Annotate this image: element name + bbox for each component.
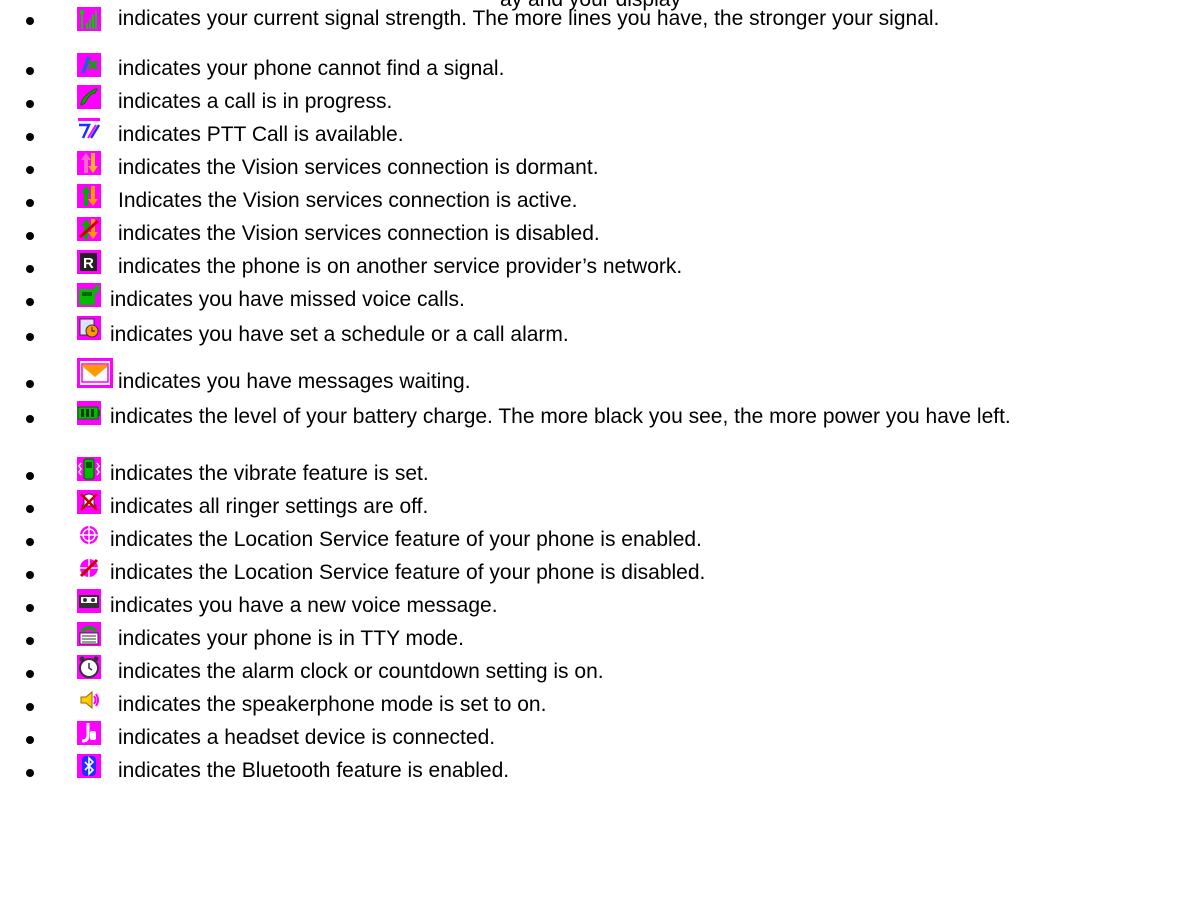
bullet xyxy=(26,415,34,423)
item-text: indicates the Location Service feature o… xyxy=(110,561,706,584)
item-text: indicates the alarm clock or countdown s… xyxy=(118,660,604,683)
item-text: Indicates the Vision services connection… xyxy=(118,189,578,212)
bullet xyxy=(26,604,34,612)
list-item: R indicates the phone is on another serv… xyxy=(0,250,1195,286)
bullet xyxy=(26,333,34,341)
call-in-progress-icon xyxy=(77,85,101,109)
bullet xyxy=(26,571,34,579)
headset-icon xyxy=(77,721,101,745)
list-item: indicates the Vision services connection… xyxy=(0,151,1195,187)
list-item: indicates you have missed voice calls. xyxy=(0,283,1195,319)
item-text: indicates the Bluetooth feature is enabl… xyxy=(118,759,510,782)
list-item: indicates you have a new voice message. xyxy=(0,589,1195,625)
bullet xyxy=(26,17,34,25)
vision-dormant-icon xyxy=(77,151,101,175)
bullet xyxy=(26,637,34,645)
bullet xyxy=(26,67,34,75)
list-item: Indicates the Vision services connection… xyxy=(0,184,1195,220)
no-signal-icon xyxy=(77,53,101,77)
bullet xyxy=(26,265,34,273)
item-text: indicates PTT Call is available. xyxy=(118,123,404,146)
item-text: indicates you have a new voice message. xyxy=(110,594,498,617)
bullet xyxy=(26,505,34,513)
list-item: indicates the alarm clock or countdown s… xyxy=(0,655,1195,691)
list-item: indicates the speakerphone mode is set t… xyxy=(0,688,1195,724)
item-text: indicates the Vision services connection… xyxy=(118,222,600,245)
bullet xyxy=(26,199,34,207)
bullet xyxy=(26,232,34,240)
location-on-icon xyxy=(77,523,101,547)
speakerphone-icon xyxy=(77,688,101,712)
list-item: indicates your current signal strength. … xyxy=(0,6,1195,62)
list-item: indicates the vibrate feature is set. xyxy=(0,457,1195,493)
item-text: indicates your current signal strength. … xyxy=(118,7,940,30)
item-text: indicates the Location Service feature o… xyxy=(110,528,702,551)
list-item: indicates all ringer settings are off. xyxy=(0,490,1195,526)
bullet xyxy=(26,670,34,678)
ptt-call-icon xyxy=(77,118,101,142)
item-text: indicates a headset device is connected. xyxy=(118,726,496,749)
item-text: indicates you have messages waiting. xyxy=(118,370,471,393)
location-off-icon xyxy=(77,556,101,580)
item-text: indicates the speakerphone mode is set t… xyxy=(118,693,547,716)
bullet xyxy=(26,380,34,388)
list-item: indicates a call is in progress. xyxy=(0,85,1195,121)
alarm-clock-icon xyxy=(77,655,101,679)
list-item: indicates the Vision services connection… xyxy=(0,217,1195,253)
roaming-icon: R xyxy=(77,250,101,274)
svg-text:R: R xyxy=(83,255,94,272)
bluetooth-icon xyxy=(77,754,101,778)
item-text: indicates the vibrate feature is set. xyxy=(110,462,429,485)
vibrate-icon xyxy=(77,457,101,481)
list-item: indicates your phone is in TTY mode. xyxy=(0,622,1195,658)
ringer-off-icon xyxy=(77,490,101,514)
list-item: indicates your phone cannot find a signa… xyxy=(0,53,1195,88)
bullet xyxy=(26,133,34,141)
signal-strength-icon xyxy=(77,7,101,31)
bullet xyxy=(26,166,34,174)
vision-active-icon xyxy=(77,184,101,208)
vision-disabled-icon xyxy=(77,217,101,241)
list-item: indicates you have set a schedule or a c… xyxy=(0,316,1195,356)
voicemail-icon xyxy=(77,589,101,613)
list-item: indicates the Location Service feature o… xyxy=(0,523,1195,559)
tty-icon xyxy=(77,622,101,646)
item-text: indicates the Vision services connection… xyxy=(118,156,599,179)
missed-call-icon xyxy=(77,283,101,307)
message-envelope-icon xyxy=(77,358,113,388)
bullet xyxy=(26,538,34,546)
battery-icon xyxy=(77,401,101,425)
bullet xyxy=(26,298,34,306)
item-text: indicates a call is in progress. xyxy=(118,90,393,113)
item-text: indicates your phone cannot find a signa… xyxy=(118,57,505,80)
bullet xyxy=(26,736,34,744)
list-item: indicates PTT Call is available. xyxy=(0,118,1195,154)
item-text: indicates you have set a schedule or a c… xyxy=(110,323,569,346)
bullet xyxy=(26,703,34,711)
list-item: indicates the Location Service feature o… xyxy=(0,556,1195,592)
list-item: indicates the level of your battery char… xyxy=(0,401,1195,460)
item-text: indicates the phone is on another servic… xyxy=(118,255,683,278)
bullet xyxy=(26,100,34,108)
list-item: indicates the Bluetooth feature is enabl… xyxy=(0,754,1195,790)
item-text: indicates your phone is in TTY mode. xyxy=(118,627,464,650)
item-text: indicates you have missed voice calls. xyxy=(110,288,465,311)
item-text: indicates all ringer settings are off. xyxy=(110,495,429,518)
bullet xyxy=(26,472,34,480)
schedule-alarm-icon xyxy=(77,316,101,340)
list-item: indicates you have messages waiting. xyxy=(0,358,1195,402)
list-item: indicates a headset device is connected. xyxy=(0,721,1195,757)
bullet xyxy=(26,769,34,777)
item-text: indicates the level of your battery char… xyxy=(110,405,1011,428)
